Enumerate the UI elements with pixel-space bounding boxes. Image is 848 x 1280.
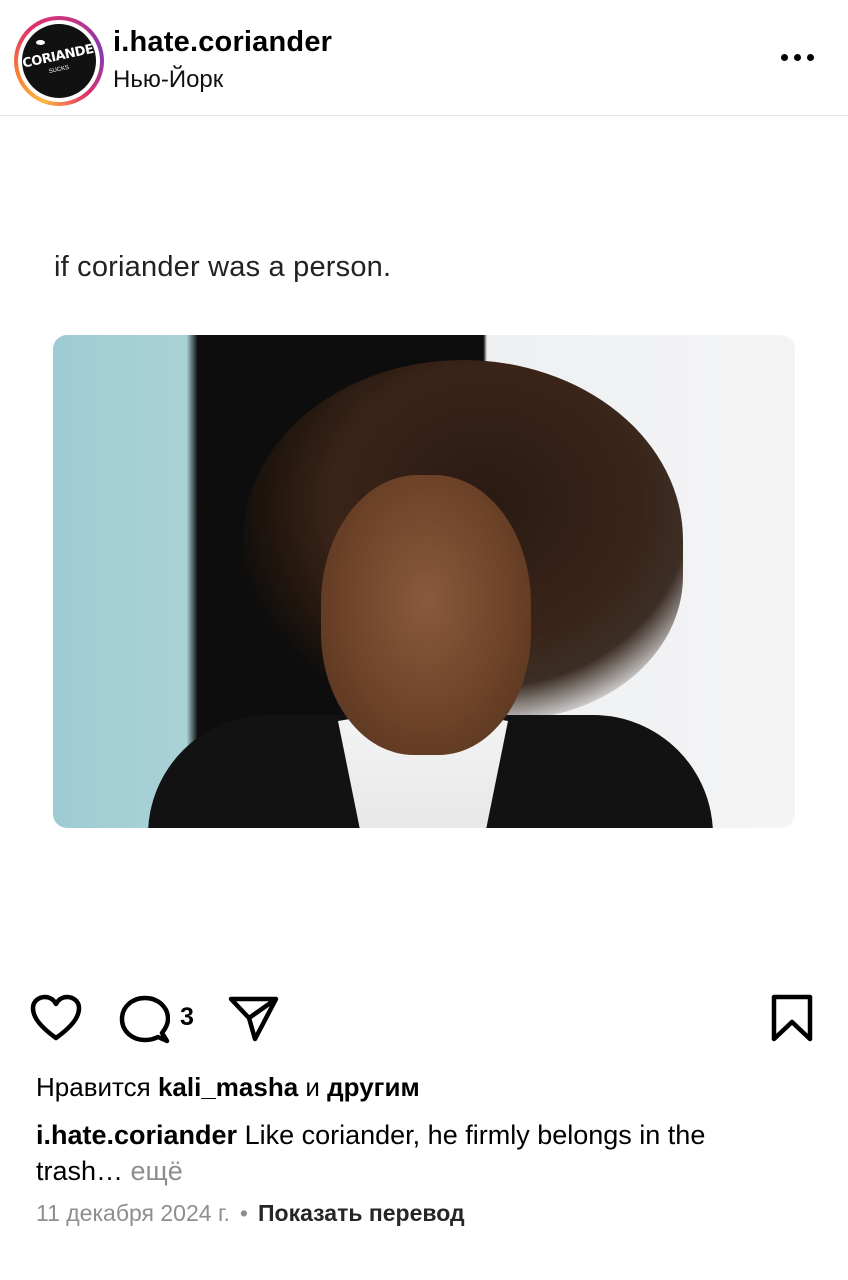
caption-more-link[interactable]: ещё	[123, 1156, 183, 1186]
likes-prefix: Нравится	[36, 1072, 158, 1102]
meta-separator: •	[239, 1200, 248, 1226]
liker-username[interactable]: kali_masha	[158, 1072, 298, 1102]
likes-summary[interactable]: Нравится kali_masha и другим	[36, 1072, 420, 1103]
comment-count[interactable]: 3	[180, 1003, 194, 1032]
heart-icon[interactable]	[30, 994, 82, 1042]
post-header: CORIANDER SUCKS i.hate.coriander Нью-Йор…	[0, 0, 848, 116]
post-location[interactable]: Нью-Йорк	[113, 66, 223, 94]
post-meta: 11 декабря 2024 г. • Показать перевод	[36, 1200, 465, 1227]
post-caption: i.hate.coriander Like coriander, he firm…	[36, 1117, 796, 1189]
likes-others[interactable]: другим	[327, 1072, 420, 1102]
leaf-icon	[36, 40, 45, 45]
comment-bubble-icon[interactable]	[118, 994, 170, 1046]
post-date: 11 декабря 2024 г.	[36, 1200, 230, 1226]
likes-middle: и	[298, 1072, 328, 1102]
bookmark-icon[interactable]	[770, 994, 814, 1042]
paper-plane-icon[interactable]	[228, 994, 280, 1042]
story-ring[interactable]: CORIANDER SUCKS	[14, 16, 104, 106]
post-username[interactable]: i.hate.coriander	[113, 26, 332, 59]
more-horizontal-icon	[780, 53, 788, 61]
image-caption-text: if coriander was a person.	[54, 251, 392, 283]
post-photo	[53, 335, 795, 828]
more-options-button[interactable]	[772, 42, 822, 72]
show-translation-link[interactable]: Показать перевод	[258, 1200, 465, 1226]
post-media[interactable]: if coriander was a person.	[0, 117, 848, 964]
avatar[interactable]: CORIANDER SUCKS	[22, 24, 96, 98]
caption-username[interactable]: i.hate.coriander	[36, 1120, 237, 1150]
